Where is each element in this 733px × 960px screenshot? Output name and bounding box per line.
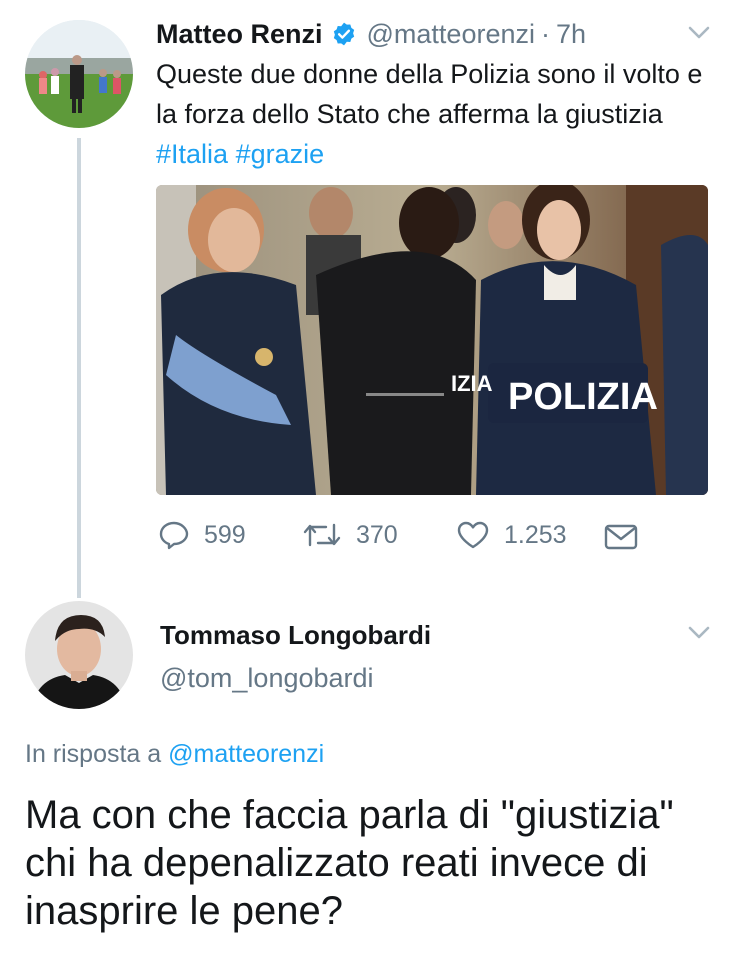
tweet-body: Queste due donne della Polizia sono il v… (156, 59, 703, 129)
hashtag-grazie[interactable]: #grazie (236, 139, 325, 169)
author-avatar[interactable] (25, 20, 133, 128)
tweet-header: Matteo Renzi @matteorenzi · 7h (156, 16, 586, 52)
in-reply-prefix: In risposta a (25, 740, 162, 768)
reply-author-handle[interactable]: @tom_longobardi (160, 663, 374, 694)
like-icon (457, 521, 489, 549)
author-name[interactable]: Matteo Renzi (156, 19, 323, 50)
tweet-time[interactable]: 7h (556, 19, 586, 50)
tweet-photo[interactable]: POLIZIA IZIA (156, 185, 708, 495)
retweet-count: 370 (356, 520, 398, 549)
author-handle[interactable]: @matteorenzi (367, 19, 535, 50)
dm-icon (604, 524, 638, 550)
retweet-action[interactable]: 370 (302, 520, 398, 550)
chevron-down-icon[interactable] (688, 26, 710, 45)
photo-vest-text: POLIZIA (508, 376, 658, 418)
tweet-text: Queste due donne della Polizia sono il v… (156, 54, 716, 174)
verified-badge-icon (331, 21, 357, 47)
like-action[interactable]: 1.253 (456, 520, 567, 550)
reply-count: 599 (204, 520, 246, 549)
thread-line (77, 138, 81, 598)
in-reply-to: In risposta a @matteorenzi (25, 740, 324, 769)
in-reply-handle[interactable]: @matteorenzi (168, 740, 324, 768)
time-separator: · (541, 18, 550, 49)
photo-vest-text-left: IZIA (451, 371, 493, 396)
retweet-icon (303, 523, 341, 547)
reply-text: Ma con che faccia parla di "giustizia" c… (25, 793, 674, 933)
reply-author-avatar[interactable] (25, 601, 133, 709)
reply-chevron-down-icon[interactable] (688, 626, 710, 645)
dm-action[interactable] (604, 524, 638, 555)
reply-author-name[interactable]: Tommaso Longobardi (160, 620, 431, 651)
hashtag-italia[interactable]: #Italia (156, 139, 228, 169)
reply-icon (159, 521, 189, 550)
reply-action[interactable]: 599 (158, 520, 246, 550)
like-count: 1.253 (504, 520, 567, 549)
